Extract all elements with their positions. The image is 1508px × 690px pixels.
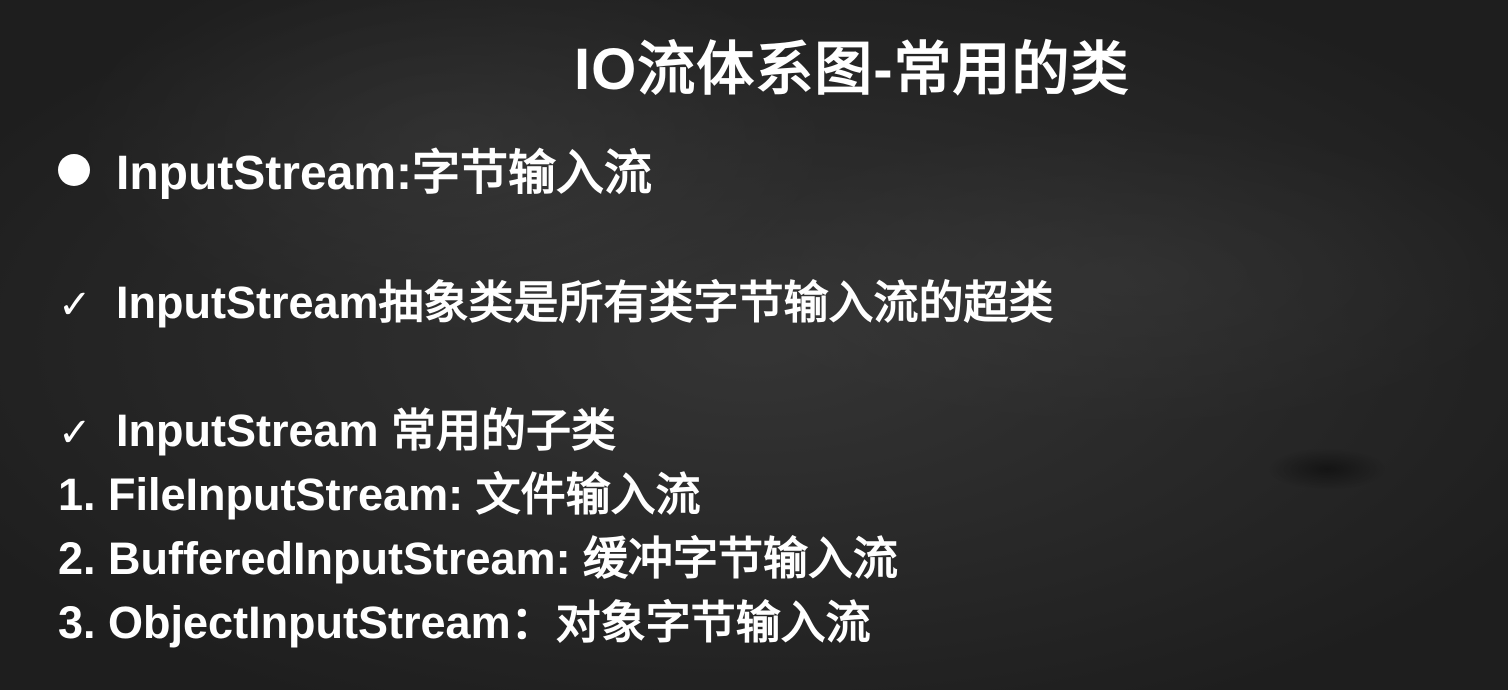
slide-title: IO流体系图-常用的类 xyxy=(574,37,1130,102)
subclass-item-2: 2. BufferedInputStream: 缓冲字节输入流 xyxy=(58,533,899,584)
check-point-text: InputStream 常用的子类 xyxy=(116,405,617,456)
check-point-text: InputStream抽象类是所有类字节输入流的超类 xyxy=(116,277,1054,328)
check-mark-icon: ✓ xyxy=(58,283,92,327)
check-point-1: ✓ InputStream抽象类是所有类字节输入流的超类 xyxy=(58,280,1054,325)
heading-bullet: InputStream:字节输入流 xyxy=(58,150,652,198)
slide: IO流体系图-常用的类 InputStream:字节输入流 ✓ InputStre… xyxy=(0,0,1508,690)
bullet-dot-icon xyxy=(58,154,90,187)
check-mark-icon: ✓ xyxy=(58,411,92,455)
check-point-2: ✓ InputStream 常用的子类 xyxy=(58,408,616,453)
heading-text: InputStream:字节输入流 xyxy=(116,147,653,200)
subclass-item-3: 3. ObjectInputStream：对象字节输入流 xyxy=(58,597,871,648)
subclass-item-1: 1. FileInputStream: 文件输入流 xyxy=(58,469,701,520)
